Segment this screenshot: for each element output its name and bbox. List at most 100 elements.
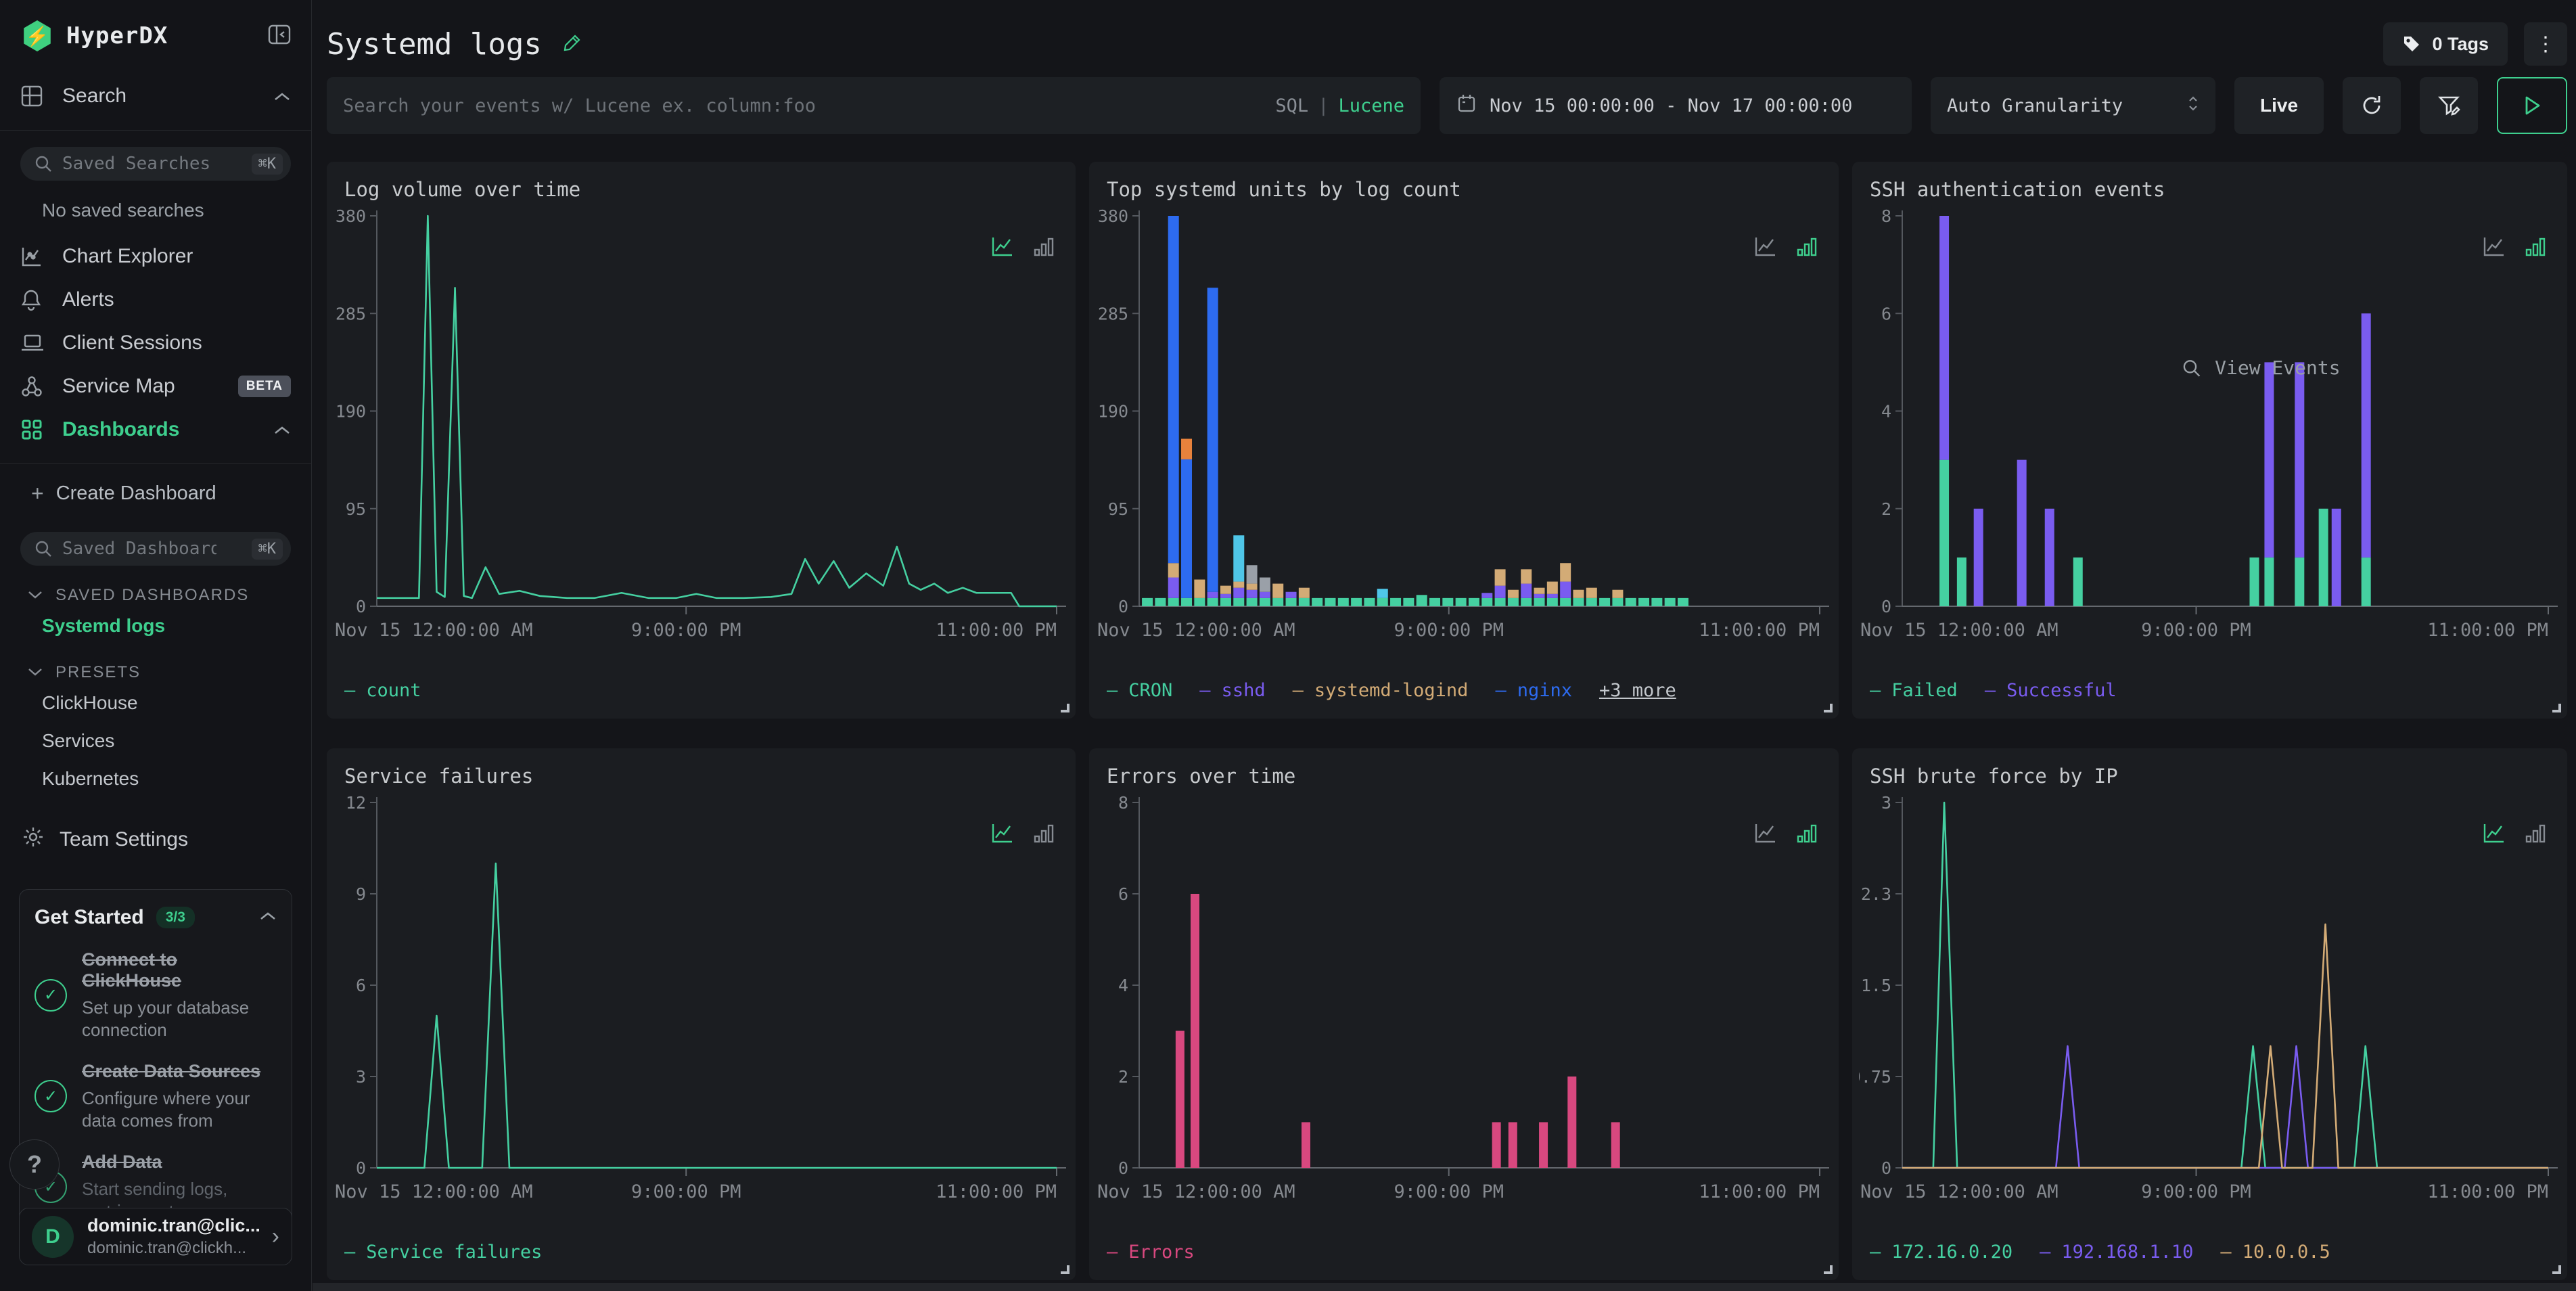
live-button[interactable]: Live [2234,77,2324,134]
legend-item[interactable]: —nginx [1495,680,1572,701]
svg-text:190: 190 [1098,402,1128,422]
create-dashboard-button[interactable]: + Create Dashboard [0,471,311,516]
filter-button[interactable] [2420,77,2478,134]
resize-handle[interactable] [2552,1265,2561,1274]
legend-item[interactable]: —count [344,680,421,701]
svg-text:285: 285 [1098,304,1128,323]
legend-item[interactable]: —systemd-logind [1293,680,1469,701]
resize-handle[interactable] [1061,704,1070,712]
svg-text:380: 380 [1098,206,1128,226]
saved-dashboards-input[interactable] [20,539,291,559]
chart-canvas[interactable]: 380285190950Nov 15 12:00:00 AM9:00:00 PM… [1096,205,1831,648]
chart-canvas[interactable]: 129630Nov 15 12:00:00 AM9:00:00 PM11:00:… [334,792,1067,1210]
horizontal-scrollbar[interactable] [313,1283,2576,1291]
legend-swatch: — [1107,680,1118,701]
sidebar-item-client-sessions[interactable]: Client Sessions [0,321,311,365]
svg-text:9:00:00 PM: 9:00:00 PM [2141,620,2251,641]
granularity-select[interactable]: Auto Granularity [1931,77,2215,134]
collapse-sidebar-icon[interactable] [268,24,291,48]
bar-chart-icon[interactable] [2524,821,2547,848]
legend-more-link[interactable]: +3 more [1599,680,1676,701]
chart-title: Errors over time [1107,765,1295,788]
line-chart-icon[interactable] [990,821,1015,848]
date-range-picker[interactable]: Nov 15 00:00:00 - Nov 17 00:00:00 [1440,77,1912,134]
sidebar-item-search[interactable]: Search [0,74,311,118]
chevron-up-icon[interactable] [259,911,277,925]
chart-canvas[interactable]: 86420Nov 15 12:00:00 AM9:00:00 PM11:00:0… [1096,792,1831,1210]
chevron-up-icon[interactable] [273,418,291,441]
divider [0,130,311,131]
line-chart-icon[interactable] [1753,821,1778,848]
legend-item[interactable]: —Service failures [344,1242,542,1263]
chart-canvas[interactable]: 32.31.50.750Nov 15 12:00:00 AM9:00:00 PM… [1859,792,2559,1210]
dashboards-icon [20,418,47,441]
search-icon [34,154,53,177]
line-chart-icon[interactable] [2482,821,2506,848]
help-button[interactable]: ? [9,1139,60,1190]
line-chart-icon[interactable] [1753,235,1778,261]
bar-chart-icon[interactable] [1032,235,1055,261]
legend-label: 192.168.1.10 [2061,1242,2193,1263]
legend-item[interactable]: —CRON [1107,680,1172,701]
svg-text:11:00:00 PM: 11:00:00 PM [2427,1181,2548,1202]
line-chart-icon[interactable] [2482,235,2506,261]
sidebar-item-service-map[interactable]: Service Map BETA [0,365,311,408]
resize-handle[interactable] [1824,1265,1833,1274]
chart-explorer-icon [20,245,47,268]
sidebar-item-label: Team Settings [60,828,188,851]
user-menu[interactable]: D dominic.tran@clic... dominic.tran@clic… [19,1208,292,1265]
legend-item[interactable]: —Successful [1985,680,2117,701]
saved-dashboards-section[interactable]: SAVED DASHBOARDS [0,586,311,605]
cmd-k-badge: ⌘K [252,154,283,175]
legend-item[interactable]: —172.16.0.20 [1870,1242,2013,1263]
sidebar-item-label: Alerts [62,288,114,311]
get-started-step-sources[interactable]: ✓ Create Data Sources Configure where yo… [34,1061,277,1131]
legend-item[interactable]: —192.168.1.10 [2040,1242,2193,1263]
bar-chart-icon[interactable] [2524,235,2547,261]
sidebar-item-dashboards[interactable]: Dashboards [0,408,311,451]
legend-item[interactable]: —Errors [1107,1242,1195,1263]
sidebar-dashboard-systemd-logs[interactable]: Systemd logs [0,609,311,643]
bar-chart-icon[interactable] [1795,235,1818,261]
step-title: Add Data [82,1152,162,1172]
resize-handle[interactable] [2552,704,2561,712]
more-menu-button[interactable]: ⋮ [2524,22,2567,66]
legend-item[interactable]: —Failed [1870,680,1958,701]
svg-text:Nov 15 12:00:00 AM: Nov 15 12:00:00 AM [1097,1181,1295,1202]
lucene-toggle[interactable]: Lucene [1338,95,1404,116]
saved-searches-input[interactable] [20,154,291,174]
refresh-button[interactable] [2343,77,2401,134]
search-icon [34,539,53,562]
sidebar-item-alerts[interactable]: Alerts [0,278,311,321]
sidebar-preset-services[interactable]: Services [0,724,311,758]
event-search-input[interactable] [343,95,1275,116]
svg-text:Nov 15 12:00:00 AM: Nov 15 12:00:00 AM [1860,620,2058,641]
cmd-k-badge: ⌘K [252,539,283,560]
sql-toggle[interactable]: SQL [1275,95,1308,116]
get-started-step-connect[interactable]: ✓ Connect to ClickHouse Set up your data… [34,949,277,1041]
saved-dashboards-search[interactable]: ⌘K [20,532,291,566]
tags-button[interactable]: 0 Tags [2383,22,2508,66]
legend-item[interactable]: —10.0.0.5 [2220,1242,2330,1263]
resize-handle[interactable] [1061,1265,1070,1274]
legend-item[interactable]: —sshd [1199,680,1265,701]
presets-section[interactable]: PRESETS [0,663,311,682]
sidebar-item-chart-explorer[interactable]: Chart Explorer [0,235,311,278]
sidebar-item-team-settings[interactable]: Team Settings [0,825,311,854]
bar-chart-icon[interactable] [1795,821,1818,848]
run-query-button[interactable] [2497,77,2567,134]
chevron-up-icon[interactable] [273,85,291,108]
saved-searches-search[interactable]: ⌘K [20,147,291,181]
view-events-button[interactable]: View Events [2181,357,2340,379]
dashboard-grid: Log volume over time 380285190950Nov 15 … [327,162,2567,1280]
chart-canvas[interactable]: 380285190950Nov 15 12:00:00 AM9:00:00 PM… [334,205,1067,648]
chart-canvas[interactable]: 86420Nov 15 12:00:00 AM9:00:00 PM11:00:0… [1859,205,2559,648]
resize-handle[interactable] [1824,704,1833,712]
chart-title: SSH brute force by IP [1870,765,2118,788]
sidebar-preset-clickhouse[interactable]: ClickHouse [0,686,311,720]
bar-chart-icon[interactable] [1032,821,1055,848]
line-chart-icon[interactable] [990,235,1015,261]
service-map-icon [20,375,47,398]
edit-title-icon[interactable] [562,32,582,56]
sidebar-preset-kubernetes[interactable]: Kubernetes [0,762,311,796]
